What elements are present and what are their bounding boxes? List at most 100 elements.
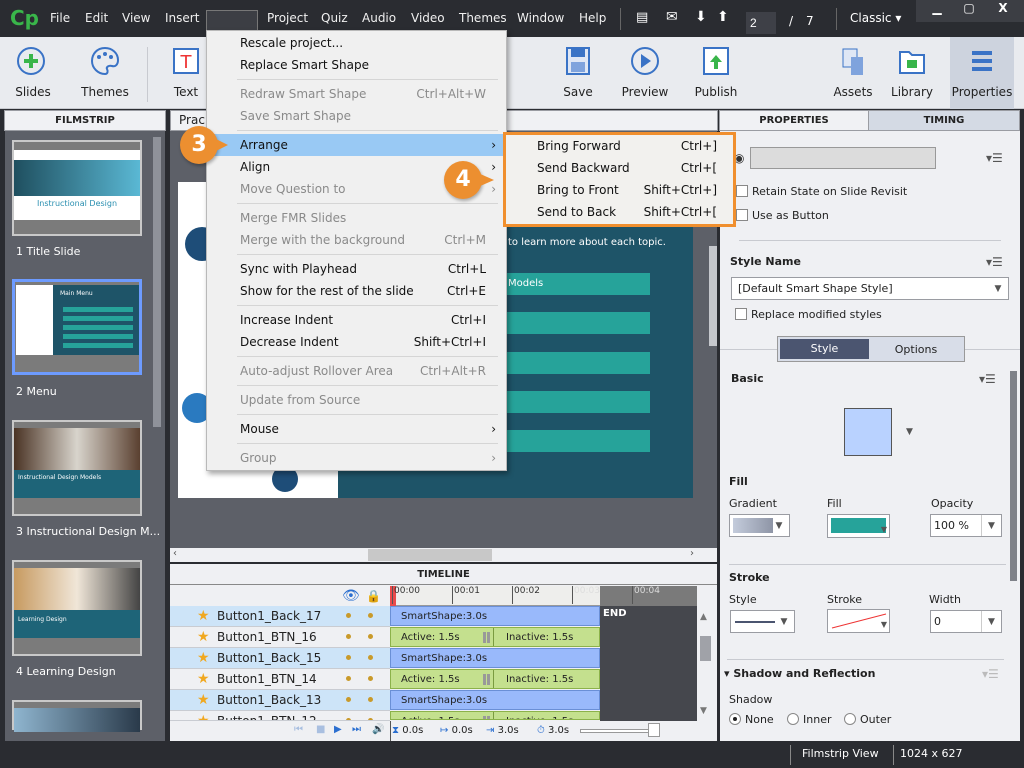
- menu-window[interactable]: Window: [517, 11, 564, 25]
- stroke-width-input[interactable]: 0 ▼: [930, 610, 1002, 633]
- visibility-dot[interactable]: [346, 634, 351, 639]
- use-as-button-checkbox[interactable]: Use as Button: [736, 209, 829, 222]
- zoom-slider-handle[interactable]: [648, 723, 660, 737]
- shadow-reflection-heading[interactable]: ▾ Shadow and Reflection: [724, 667, 875, 680]
- menu-item-mouse[interactable]: Mouse ›: [207, 418, 506, 440]
- pause-marker[interactable]: [483, 674, 490, 685]
- properties-scrollbar[interactable]: [1010, 371, 1017, 581]
- fill-color-picker[interactable]: ▼: [827, 514, 890, 538]
- lock-dot[interactable]: [368, 697, 373, 702]
- lock-icon[interactable]: 🔒: [366, 589, 381, 603]
- timeline-bar[interactable]: Active: 1.5sInactive: 1.5s: [390, 627, 600, 647]
- menu-item-save-smart-shape[interactable]: Save Smart Shape: [207, 105, 506, 127]
- visibility-dot[interactable]: [346, 697, 351, 702]
- menu-item-rescale-project[interactable]: Rescale project...: [207, 32, 506, 54]
- menu-quiz[interactable]: Quiz: [321, 11, 348, 25]
- menu-item-auto-adjust-rollover-area[interactable]: Auto-adjust Rollover Area Ctrl+Alt+R: [207, 360, 506, 382]
- play-icon[interactable]: ▶: [334, 724, 342, 735]
- slide-thumbnail-1[interactable]: Instructional Design: [12, 140, 142, 236]
- timeline-bar[interactable]: Active: 1.5sInactive: 1.5s: [390, 711, 600, 720]
- timing-tab[interactable]: TIMING: [868, 110, 1020, 131]
- timeline-row[interactable]: ★ Button1_Back_13: [170, 690, 390, 711]
- menu-item-redraw-smart-shape[interactable]: Redraw Smart Shape Ctrl+Alt+W: [207, 83, 506, 105]
- workspace-dropdown[interactable]: Classic ▾: [850, 11, 901, 25]
- gradient-picker[interactable]: ▼: [729, 514, 790, 537]
- menu-help[interactable]: Help: [579, 11, 606, 25]
- previous-slide-icon[interactable]: ⬆: [717, 9, 729, 25]
- timeline-bar[interactable]: SmartShape:3.0s: [390, 606, 600, 626]
- shadow-radio-outer[interactable]: Outer: [844, 713, 891, 726]
- timeline-row[interactable]: ★ Button1_BTN_14: [170, 669, 390, 690]
- menu-edit[interactable]: Edit: [85, 11, 108, 25]
- close-button[interactable]: X: [988, 1, 1018, 15]
- replace-modified-checkbox[interactable]: Replace modified styles: [735, 308, 882, 321]
- basic-options-icon[interactable]: ▾☰: [979, 372, 996, 386]
- menu-item-group[interactable]: Group ›: [207, 447, 506, 469]
- shadow-options-icon[interactable]: ▾☰: [982, 667, 999, 681]
- publish-button[interactable]: Publish: [688, 37, 744, 109]
- next-slide-icon[interactable]: ⬇: [695, 9, 707, 25]
- slides-button[interactable]: Slides: [5, 37, 61, 109]
- menu-item-decrease-indent[interactable]: Decrease Indent Shift+Ctrl+I: [207, 331, 506, 353]
- menu-item-merge-with-the-background[interactable]: Merge with the background Ctrl+M: [207, 229, 506, 251]
- lock-dot[interactable]: [368, 676, 373, 681]
- timeline-row[interactable]: ★ Button1_Back_15: [170, 648, 390, 669]
- submenu-item-send-backward[interactable]: Send Backward Ctrl+[: [506, 157, 733, 179]
- visibility-dot[interactable]: [346, 718, 351, 720]
- options-menu-icon[interactable]: ▾☰: [986, 151, 1003, 165]
- visibility-dot[interactable]: [346, 613, 351, 618]
- timeline-vscrollbar[interactable]: ▲ ▼: [699, 606, 713, 721]
- audio-icon[interactable]: 🔊: [372, 724, 384, 735]
- shadow-radio-none[interactable]: None: [729, 713, 774, 726]
- timeline-row[interactable]: ★ Button1_BTN_16: [170, 627, 390, 648]
- menu-item-sync-with-playhead[interactable]: Sync with Playhead Ctrl+L: [207, 258, 506, 280]
- library-button[interactable]: Library: [888, 37, 936, 109]
- tab-style[interactable]: Style: [780, 339, 869, 359]
- shape-dropdown-arrow[interactable]: ▼: [906, 427, 913, 437]
- stroke-color-picker[interactable]: ▼: [827, 609, 890, 633]
- minimize-button[interactable]: ▁: [922, 1, 952, 15]
- timeline-row[interactable]: ★ Button1_Back_17: [170, 606, 390, 627]
- maximize-button[interactable]: ▢: [954, 1, 984, 15]
- menu-item-replace-smart-shape[interactable]: Replace Smart Shape: [207, 54, 506, 76]
- themes-button[interactable]: Themes: [75, 37, 135, 109]
- stroke-style-dropdown[interactable]: ▼: [730, 610, 795, 633]
- visibility-eye-icon[interactable]: 👁: [342, 588, 360, 604]
- slide-thumbnail-2[interactable]: Main Menu: [12, 279, 142, 375]
- filmstrip-scrollbar[interactable]: [153, 137, 161, 427]
- preview-button[interactable]: Preview: [615, 37, 675, 109]
- lock-dot[interactable]: [368, 634, 373, 639]
- text-button[interactable]: T Text: [160, 37, 212, 109]
- stage-vscrollbar[interactable]: [709, 246, 717, 346]
- slide-thumbnail-3[interactable]: Instructional Design Models: [12, 420, 142, 516]
- stop-icon[interactable]: ■: [316, 724, 325, 735]
- menu-project[interactable]: Project: [267, 11, 308, 25]
- timeline-row[interactable]: ★ Button1_BTN_12: [170, 711, 390, 721]
- rewind-icon[interactable]: ⏮: [294, 724, 303, 735]
- menu-item-arrange[interactable]: Arrange ›: [207, 134, 506, 156]
- timeline-bar[interactable]: SmartShape:3.0s: [390, 648, 600, 668]
- menu-audio[interactable]: Audio: [362, 11, 396, 25]
- properties-tab[interactable]: PROPERTIES: [719, 110, 869, 131]
- comment-icon[interactable]: ▤: [636, 10, 648, 25]
- timeline-bar[interactable]: Active: 1.5sInactive: 1.5s: [390, 669, 600, 689]
- menu-item-show-for-the-rest-of-the-slide[interactable]: Show for the rest of the slide Ctrl+E: [207, 280, 506, 302]
- submenu-item-bring-to-front[interactable]: Bring to Front Shift+Ctrl+]: [506, 179, 733, 201]
- style-options-icon[interactable]: ▾☰: [986, 255, 1003, 269]
- menu-video[interactable]: Video: [411, 11, 445, 25]
- item-name-field[interactable]: [750, 147, 936, 169]
- menu-themes[interactable]: Themes: [459, 11, 507, 25]
- shape-preview[interactable]: [844, 408, 892, 456]
- menu-view[interactable]: View: [122, 11, 150, 25]
- timeline-bar[interactable]: SmartShape:3.0s: [390, 690, 600, 710]
- submenu-item-send-to-back[interactable]: Send to Back Shift+Ctrl+[: [506, 201, 733, 223]
- pause-marker[interactable]: [483, 716, 490, 719]
- menu-item-increase-indent[interactable]: Increase Indent Ctrl+I: [207, 309, 506, 331]
- page-number-input[interactable]: [746, 12, 776, 34]
- save-button[interactable]: Save: [556, 37, 600, 109]
- retain-state-checkbox[interactable]: Retain State on Slide Revisit: [736, 185, 907, 198]
- skip-end-icon[interactable]: ⏭: [352, 724, 361, 735]
- menu-item-update-from-source[interactable]: Update from Source: [207, 389, 506, 411]
- style-name-dropdown[interactable]: [Default Smart Shape Style] ▼: [731, 277, 1009, 300]
- submenu-item-bring-forward[interactable]: Bring Forward Ctrl+]: [506, 135, 733, 157]
